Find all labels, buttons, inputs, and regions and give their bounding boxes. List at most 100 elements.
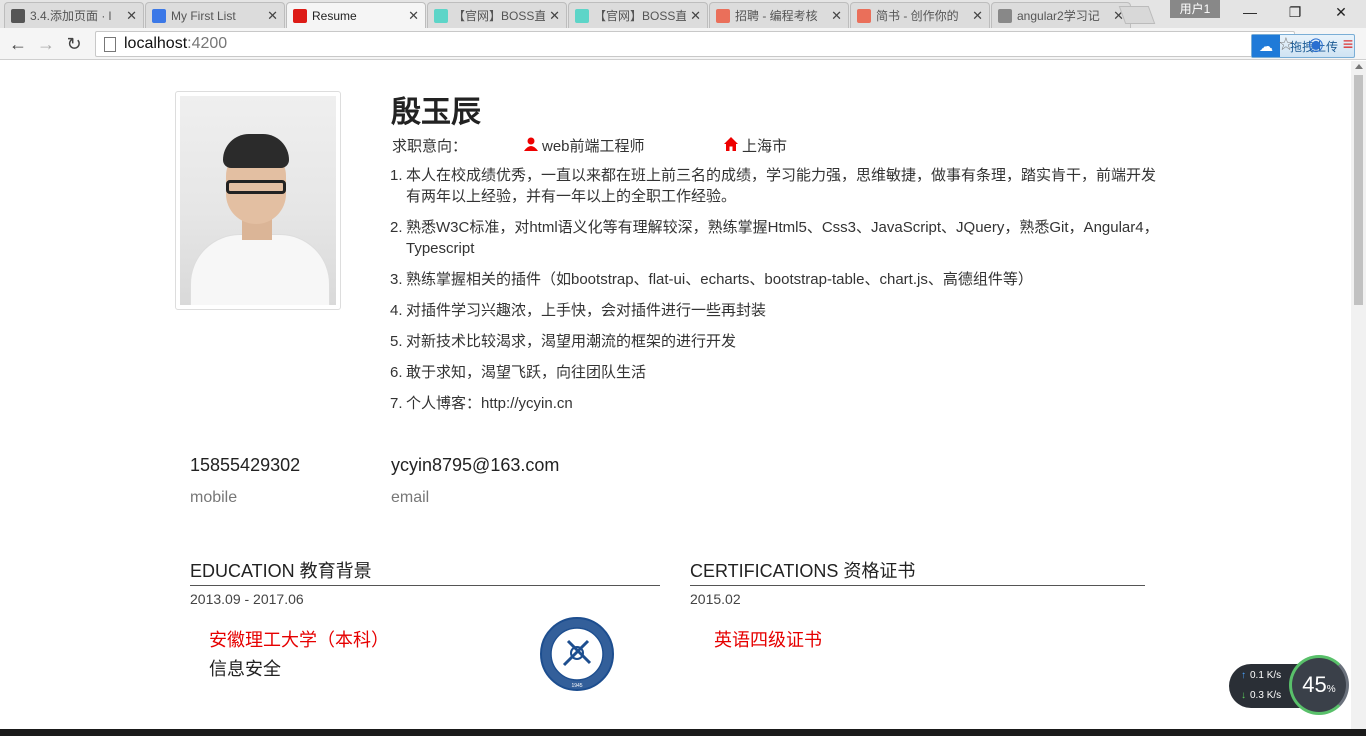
browser-tab[interactable]: Resume ✕ (286, 2, 426, 28)
tab-close-icon[interactable]: ✕ (408, 8, 419, 24)
skill-number: 7. (390, 395, 403, 412)
email-address: ycyin8795@163.com (391, 455, 560, 475)
skills-list: 1. 本人在校成绩优秀，一直以来都在班上前三名的成绩，学习能力强，思维敏捷，做事有… (390, 165, 1160, 424)
portrait-image (180, 96, 336, 305)
home-icon (724, 136, 738, 155)
skill-number: 5. (390, 333, 403, 350)
browser-tab[interactable]: 【官网】BOSS直 ✕ (427, 2, 567, 28)
url-port: :4200 (187, 35, 228, 52)
skill-number: 4. (390, 302, 403, 319)
scroll-up-arrow-icon[interactable] (1355, 64, 1363, 69)
school-name: 安徽理工大学（本科） (209, 630, 389, 650)
vertical-scrollbar[interactable] (1351, 61, 1366, 736)
page-icon (104, 36, 116, 52)
user-profile-badge[interactable]: 用户1 (1170, 0, 1220, 18)
skill-text: 本人在校成绩优秀，一直以来都在班上前三名的成绩，学习能力强，思维敏捷，做事有条理… (406, 167, 1157, 205)
browser-tab[interactable]: angular2学习记 ✕ (991, 2, 1131, 28)
browser-tab[interactable]: My First List ✕ (145, 2, 285, 28)
university-seal-icon: 1945 (540, 617, 614, 691)
intent-label: 求职意向： (392, 138, 468, 155)
download-speed: ↓ 0.3 K/s (1241, 690, 1282, 701)
upload-arrow-icon: ↑ (1241, 670, 1246, 681)
tab-close-icon[interactable]: ✕ (831, 8, 842, 24)
skill-number: 3. (390, 271, 403, 288)
upload-speed: ↑ 0.1 K/s (1241, 670, 1282, 681)
skill-number: 6. (390, 364, 403, 381)
taskbar (0, 729, 1366, 736)
tab-title: 【官网】BOSS直 (453, 9, 546, 23)
tab-close-icon[interactable]: ✕ (549, 8, 560, 24)
ie-tab-icon[interactable]: ◉ (1305, 33, 1327, 55)
user-icon (524, 137, 538, 155)
resume-page: 殷玉辰 求职意向： web前端工程师 上海市 1. 本人在校成绩优秀，一直以来都在… (0, 61, 1351, 736)
tab-title: 招聘 - 编程考核 (735, 9, 818, 23)
job-title: web前端工程师 (542, 138, 645, 155)
phone-block: 15855429302 mobile (190, 455, 300, 507)
skill-item: 4. 对插件学习兴趣浓，上手快，会对插件进行一些再封装 (390, 300, 1160, 321)
browser-tab[interactable]: 招聘 - 编程考核 ✕ (709, 2, 849, 28)
education-heading: EDUCATION 教育背景 (190, 557, 660, 586)
cert-date: 2015.02 (690, 591, 741, 607)
download-arrow-icon: ↓ (1241, 690, 1246, 701)
phone-label: mobile (190, 489, 238, 506)
skill-item: 6. 敢于求知，渴望飞跃，向往团队生活 (390, 362, 1160, 383)
major-name: 信息安全 (209, 659, 281, 679)
candidate-name: 殷玉辰 (391, 96, 481, 129)
intent-city: 上海市 (724, 135, 787, 156)
skill-number: 2. (390, 219, 403, 236)
bookmark-star-icon[interactable]: ☆ (1275, 33, 1297, 55)
skill-text: 对插件学习兴趣浓，上手快，会对插件进行一些再封装 (406, 302, 767, 319)
tab-title: Resume (312, 8, 357, 23)
avatar-icon (998, 8, 1012, 23)
close-window-icon[interactable]: ✕ (1326, 2, 1356, 22)
tab-title: 3.4.添加页面 · l (30, 9, 112, 23)
chrome-page-icon (152, 8, 166, 23)
tab-close-icon[interactable]: ✕ (690, 8, 701, 24)
tab-strip: 3.4.添加页面 · l ✕ My First List ✕ Resume ✕ 【官网】BO… (0, 0, 1366, 28)
phone-number: 15855429302 (190, 455, 301, 475)
certifications-heading: CERTIFICATIONS 资格证书 (690, 557, 1145, 586)
skill-item: 1. 本人在校成绩优秀，一直以来都在班上前三名的成绩，学习能力强，思维敏捷，做事有… (390, 165, 1160, 207)
tab-close-icon[interactable]: ✕ (972, 8, 983, 24)
menu-icon[interactable]: ≡ (1337, 33, 1359, 55)
scroll-thumb[interactable] (1354, 75, 1363, 305)
browser-tab[interactable]: 3.4.添加页面 · l ✕ (4, 2, 144, 28)
education-date: 2013.09 - 2017.06 (190, 591, 304, 607)
tab-close-icon[interactable]: ✕ (126, 8, 137, 24)
profile-photo (175, 91, 341, 310)
tab-title: My First List (171, 8, 236, 23)
memory-usage-gauge[interactable]: 45% (1289, 655, 1349, 715)
back-arrow-icon[interactable]: ← (6, 32, 30, 56)
new-tab-button[interactable] (1118, 6, 1156, 24)
skill-text: 熟悉W3C标准，对html语义化等有理解较深，熟练掌握Html5、Css3、Ja… (406, 219, 1159, 257)
jianshu-icon (716, 8, 730, 23)
tab-close-icon[interactable]: ✕ (267, 8, 278, 24)
reload-icon[interactable]: ↻ (62, 32, 86, 56)
email-label: email (391, 489, 430, 506)
browser-tab[interactable]: 简书 - 创作你的 ✕ (850, 2, 990, 28)
skill-item: 3. 熟练掌握相关的插件（如bootstrap、flat-ui、echarts、b… (390, 269, 1160, 290)
browser-toolbar: ← → ↻ localhost:4200 ☁ 拖拽上传 ☆ ◉ ≡ (0, 28, 1366, 60)
city-name: 上海市 (742, 138, 788, 155)
tab-title: 简书 - 创作你的 (876, 9, 959, 23)
skill-text: 个人博客：http://ycyin.cn (406, 395, 573, 412)
tab-title: 【官网】BOSS直 (594, 9, 687, 23)
browser-tab[interactable]: 【官网】BOSS直 ✕ (568, 2, 708, 28)
jianshu-icon (857, 8, 871, 23)
address-bar[interactable]: localhost:4200 ☁ 拖拽上传 (95, 31, 1355, 58)
skill-number: 1. (390, 167, 403, 184)
forward-arrow-icon[interactable]: → (34, 32, 58, 56)
svg-text:1945: 1945 (571, 683, 582, 689)
url-host: localhost (124, 35, 188, 52)
intent-job: web前端工程师 (524, 135, 645, 156)
skill-item: 2. 熟悉W3C标准，对html语义化等有理解较深，熟练掌握Html5、Css3、… (390, 217, 1160, 259)
skill-text: 对新技术比较渴求，渴望用潮流的框架的进行开发 (406, 333, 737, 350)
book-icon (11, 8, 25, 23)
email-block: ycyin8795@163.com email (391, 455, 559, 507)
boss-icon (434, 8, 448, 23)
boss-icon (575, 8, 589, 23)
angular-icon (293, 8, 307, 23)
restore-icon[interactable]: ❐ (1280, 2, 1310, 22)
cert-name: 英语四级证书 (714, 630, 822, 650)
minimize-icon[interactable]: — (1235, 2, 1265, 22)
